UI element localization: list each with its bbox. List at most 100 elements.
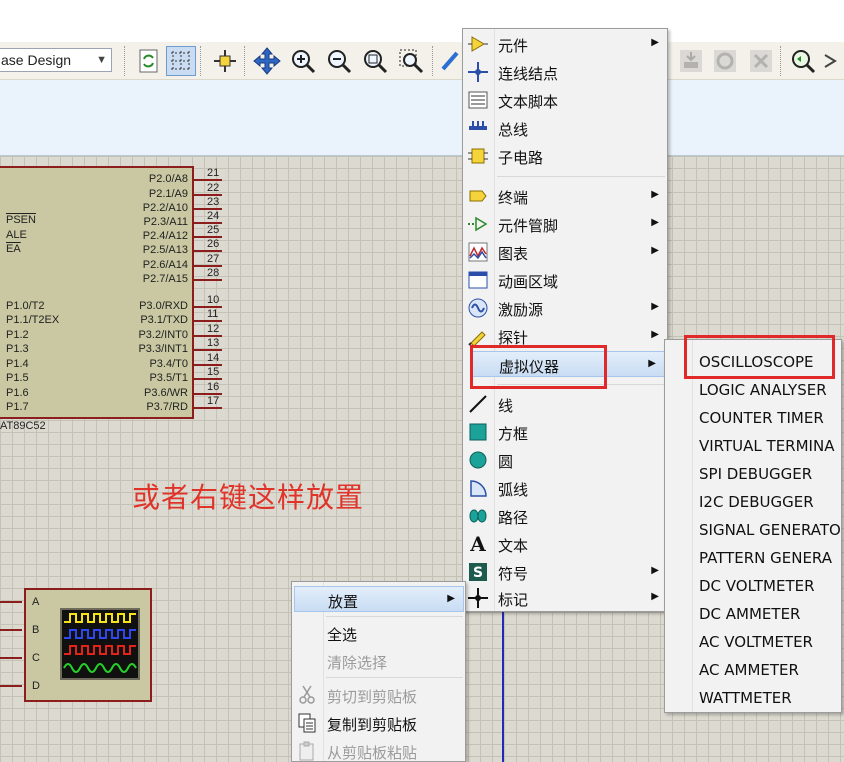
delete-button[interactable] [746, 46, 776, 76]
toolbar-separator [124, 46, 126, 76]
menu-item-copy[interactable]: 复制到剪贴板 [292, 710, 465, 736]
zoom-area-icon [399, 49, 424, 74]
toolbar-separator [780, 46, 782, 76]
instrument-item[interactable]: LOGIC ANALYSER [665, 377, 841, 403]
instrument-item[interactable]: DC VOLTMETER [665, 573, 841, 599]
pin-label: P1.3 [6, 343, 29, 355]
menu-item-subcircuit[interactable]: 子电路 [463, 143, 667, 169]
title-strip [0, 0, 844, 42]
submenu-arrow-icon: ▶ [651, 329, 659, 340]
generator-icon [468, 298, 488, 318]
menu-item-bus[interactable]: 总线 [463, 115, 667, 141]
menu-item-select-all[interactable]: 全选 [292, 620, 465, 646]
menu-item-animation-area[interactable]: 动画区域 [463, 267, 667, 293]
oscilloscope-component[interactable]: A B C D [24, 588, 152, 702]
menu-item-symbol[interactable]: S 符号 ▶ [463, 559, 667, 585]
component-icon [468, 34, 488, 54]
menu-item-label: 总线 [498, 121, 529, 139]
instrument-item[interactable]: AC VOLTMETER [665, 629, 841, 655]
wire-button[interactable] [440, 46, 460, 76]
forward-button[interactable] [820, 46, 844, 76]
menu-item-junction[interactable]: 连线结点 [463, 59, 667, 85]
zoom-in-button[interactable] [288, 46, 318, 76]
annotation-caption: 或者右键这样放置 [132, 481, 365, 514]
pin-label: P2.0/A8 [148, 173, 188, 185]
scope-wire [0, 629, 22, 631]
undo-button[interactable] [710, 46, 740, 76]
pin-label: P2.7/A15 [142, 273, 188, 285]
menu-item-generator[interactable]: 激励源 ▶ [463, 295, 667, 321]
menu-item-marker[interactable]: 标记 ▶ [463, 585, 667, 611]
menu-item-label: 图表 [498, 245, 529, 263]
menu-item-path[interactable]: 路径 [463, 503, 667, 529]
pin-line [194, 194, 222, 196]
menu-item-arc[interactable]: 弧线 [463, 475, 667, 501]
menu-separator [326, 616, 463, 617]
pin-label: EA [6, 243, 21, 255]
menu-item-text-script[interactable]: 文本脚本 [463, 87, 667, 113]
menu-item-line[interactable]: 线 [463, 391, 667, 417]
menu-item-label: 文本 [498, 537, 529, 555]
chevron-down-icon[interactable]: ▼ [96, 49, 107, 71]
window-icon [468, 270, 488, 290]
pan-button[interactable] [252, 46, 282, 76]
grid-toggle-button[interactable] [166, 46, 196, 76]
zoom-area-button[interactable] [396, 46, 426, 76]
menu-item-label: 激励源 [498, 301, 544, 319]
oscilloscope-screen-icon [60, 608, 140, 680]
pin-label: P3.2/INT0 [138, 329, 188, 341]
instrument-item[interactable]: SIGNAL GENERATO [665, 517, 841, 543]
zoom-all-button[interactable] [360, 46, 390, 76]
probe-button[interactable] [788, 46, 818, 76]
menu-item-place[interactable]: 放置 ▶ [294, 586, 464, 612]
pin-label: PSEN [6, 214, 36, 226]
microcontroller-chip[interactable]: PSEN ALE EA P1.0/T2 P1.1/T2EX P1.2 P1.3 … [0, 166, 194, 419]
refresh-icon [139, 49, 158, 73]
virtual-instrument-submenu: OSCILLOSCOPE LOGIC ANALYSER COUNTER TIME… [664, 339, 842, 713]
menu-item-label: 从剪贴板粘贴 [327, 744, 418, 762]
scissors-icon [297, 685, 317, 705]
highlight-box-oscilloscope [684, 335, 835, 379]
submenu-arrow-icon: ▶ [651, 245, 659, 256]
menu-item-box[interactable]: 方框 [463, 419, 667, 445]
instrument-item[interactable]: DC AMMETER [665, 601, 841, 627]
instrument-item[interactable]: AC AMMETER [665, 657, 841, 683]
zoom-out-button[interactable] [324, 46, 354, 76]
instrument-item[interactable]: PATTERN GENERA [665, 545, 841, 571]
pin-number: 26 [207, 238, 220, 250]
instrument-item[interactable]: I2C DEBUGGER [665, 489, 841, 515]
menu-item-label: 动画区域 [498, 273, 559, 291]
menu-item-text[interactable]: A 文本 [463, 531, 667, 557]
instrument-item[interactable]: VIRTUAL TERMINA [665, 433, 841, 459]
pin-label: ALE [6, 229, 27, 241]
menu-item-terminal[interactable]: 终端 ▶ [463, 183, 667, 209]
scope-wire [0, 657, 22, 659]
menu-item-graph[interactable]: 图表 ▶ [463, 239, 667, 265]
zoom-in-icon [292, 50, 316, 74]
design-mode-dropdown[interactable]: ase Design ▼ [0, 48, 112, 72]
menu-item-label: 符号 [498, 565, 529, 583]
menu-item-clear-selection[interactable]: 清除选择 [292, 648, 465, 674]
circle-icon [468, 450, 488, 470]
menu-item-label: 标记 [498, 591, 529, 609]
menu-item-component[interactable]: 元件 ▶ [463, 31, 667, 57]
instrument-item[interactable]: COUNTER TIMER [665, 405, 841, 431]
copy-icon [297, 713, 317, 733]
stack-button[interactable] [676, 46, 706, 76]
menu-item-pin[interactable]: 元件管脚 ▶ [463, 211, 667, 237]
menu-item-cut[interactable]: 剪切到剪贴板 [292, 682, 465, 708]
instrument-item[interactable]: SPI DEBUGGER [665, 461, 841, 487]
origin-button[interactable] [210, 46, 240, 76]
menu-item-circle[interactable]: 圆 [463, 447, 667, 473]
junction-icon [468, 62, 488, 82]
instrument-item[interactable]: WATTMETER [665, 685, 841, 711]
menu-item-paste[interactable]: 从剪贴板粘贴 [292, 738, 465, 762]
instrument-label: DC VOLTMETER [699, 577, 815, 595]
wire-icon [441, 51, 459, 71]
line-icon [468, 394, 488, 414]
submenu-arrow-icon: ▶ [648, 358, 656, 369]
refresh-button[interactable] [134, 46, 164, 76]
pin-line [194, 250, 222, 252]
pin-number: 23 [207, 196, 220, 208]
submenu-arrow-icon: ▶ [447, 593, 455, 604]
